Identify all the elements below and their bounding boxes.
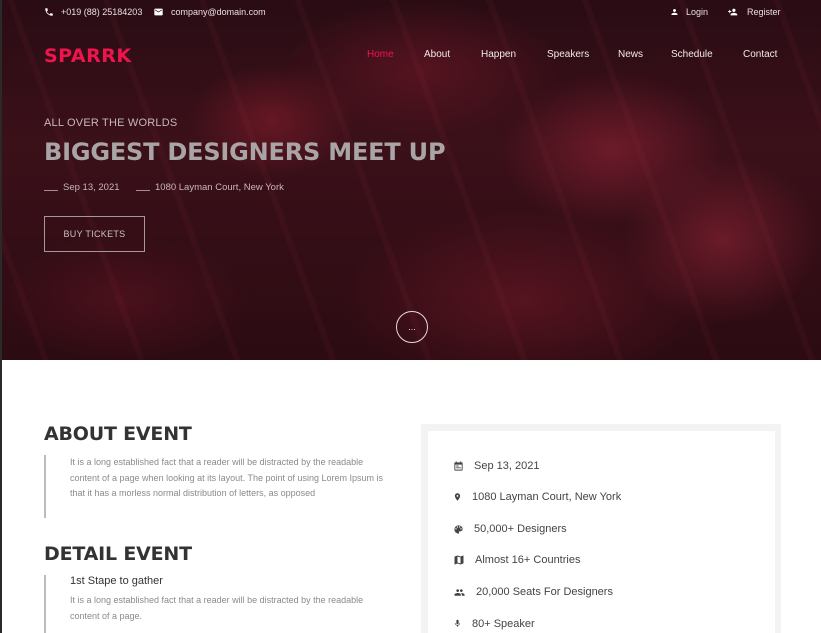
info-location-text: 1080 Layman Court, New York bbox=[472, 491, 622, 503]
phone-number: +019 (88) 25184203 bbox=[61, 7, 143, 17]
top-bar: +019 (88) 25184203 company@domain.com Lo… bbox=[0, 0, 821, 30]
scroll-down-button[interactable]: ... bbox=[396, 311, 428, 343]
location-dash bbox=[136, 190, 150, 191]
date-dash bbox=[44, 190, 58, 191]
info-row-designers: 50,000+ Designers bbox=[453, 523, 567, 535]
info-row-location: 1080 Layman Court, New York bbox=[453, 491, 621, 503]
about-event-text: It is a long established fact that a rea… bbox=[70, 457, 384, 498]
hero-date-text: Sep 13, 2021 bbox=[63, 182, 120, 193]
about-event-title: ABOUT EVENT bbox=[44, 423, 192, 445]
user-icon bbox=[671, 9, 678, 15]
detail-event-title: DETAIL EVENT bbox=[44, 543, 192, 565]
detail-step-text: It is a long established fact that a rea… bbox=[70, 595, 364, 621]
info-row-countries: Almost 16+ Countries bbox=[453, 554, 580, 566]
mail-icon bbox=[154, 8, 163, 16]
add-user-icon bbox=[728, 8, 738, 16]
main-navigation: SPARRK Home About Happen Speakers News S… bbox=[0, 45, 821, 67]
info-speakers-text: 80+ Speaker bbox=[472, 617, 535, 630]
nav-item-happen[interactable]: Happen bbox=[481, 49, 516, 60]
nav-item-about[interactable]: About bbox=[424, 49, 450, 60]
buy-tickets-button[interactable]: BUY TICKETS bbox=[44, 216, 145, 252]
phone-icon bbox=[45, 8, 53, 16]
register-link[interactable]: Register bbox=[727, 7, 781, 17]
info-row-date: Sep 13, 2021 bbox=[453, 460, 539, 472]
palette-icon bbox=[454, 524, 463, 534]
nav-item-contact[interactable]: Contact bbox=[743, 49, 777, 60]
info-row-speakers: 80+ Speaker bbox=[453, 617, 535, 630]
hero-kicker: ALL OVER THE WORLDS bbox=[44, 117, 178, 129]
email-contact[interactable]: company@domain.com bbox=[153, 7, 266, 17]
calendar-icon bbox=[454, 461, 463, 471]
login-link[interactable]: Login bbox=[670, 7, 708, 17]
map-icon bbox=[454, 555, 464, 565]
register-label: Register bbox=[747, 7, 781, 17]
email-address: company@domain.com bbox=[171, 7, 266, 17]
hero-date: Sep 13, 2021 bbox=[44, 182, 120, 193]
detail-event-quote: 1st Stape to gather It is a long establi… bbox=[44, 575, 389, 633]
location-pin-icon bbox=[454, 493, 461, 501]
info-date-text: Sep 13, 2021 bbox=[474, 460, 540, 472]
people-icon bbox=[454, 588, 465, 596]
nav-item-home[interactable]: Home bbox=[367, 49, 394, 60]
info-row-seats: 20,000 Seats For Designers bbox=[453, 586, 613, 598]
hero-headline: BIGGEST DESIGNERS MEET UP bbox=[44, 138, 446, 166]
detail-step-title: 1st Stape to gather bbox=[70, 575, 163, 587]
nav-item-schedule[interactable]: Schedule bbox=[671, 49, 713, 60]
phone-contact[interactable]: +019 (88) 25184203 bbox=[44, 7, 142, 17]
hero-location: 1080 Layman Court, New York bbox=[136, 182, 284, 193]
brand-logo[interactable]: SPARRK bbox=[44, 45, 132, 67]
info-designers-text: 50,000+ Designers bbox=[474, 523, 567, 535]
nav-item-news[interactable]: News bbox=[618, 49, 643, 60]
microphone-icon bbox=[454, 619, 461, 627]
about-event-quote: It is a long established fact that a rea… bbox=[44, 455, 389, 518]
login-label: Login bbox=[686, 7, 709, 17]
info-countries-text: Almost 16+ Countries bbox=[475, 554, 581, 566]
hero-location-text: 1080 Layman Court, New York bbox=[155, 182, 284, 193]
info-seats-text: 20,000 Seats For Designers bbox=[476, 586, 613, 598]
nav-item-speakers[interactable]: Speakers bbox=[547, 49, 589, 60]
